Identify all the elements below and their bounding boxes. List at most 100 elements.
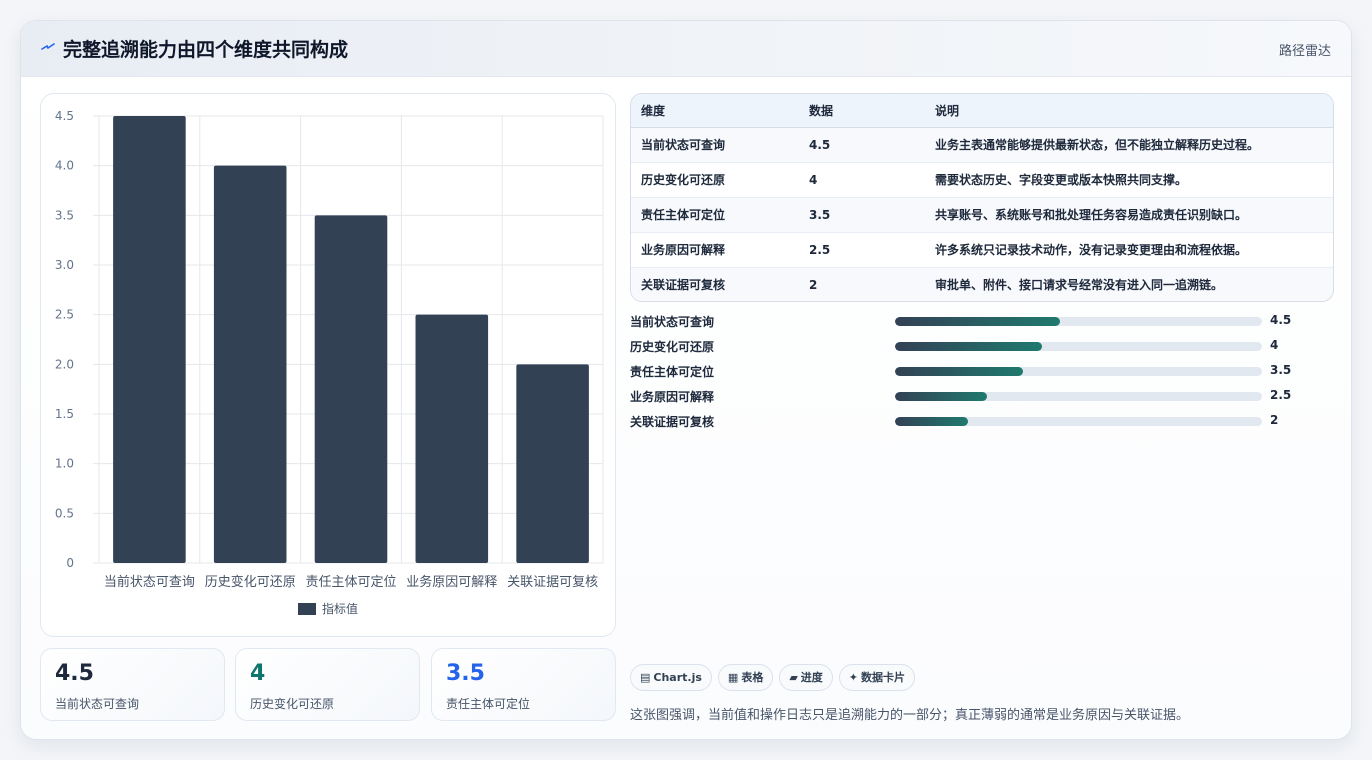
cell-dimension: 当前状态可查询: [631, 127, 799, 163]
table-row: 关联证据可复核 2 审批单、附件、接口请求号经常没有进入同一追溯链。: [631, 267, 1333, 301]
chip-chartjs[interactable]: ▤ Chart.js: [630, 664, 712, 691]
progress-track: [895, 392, 1262, 401]
y-tick-label: 3.5: [55, 208, 74, 222]
progress-fill: [895, 342, 1042, 351]
progress-row: 业务原因可解释 2.5: [630, 386, 1334, 406]
sparkle-icon: ✦: [848, 671, 859, 684]
progress-label: 责任主体可定位: [630, 365, 715, 379]
y-tick-label: 1.5: [55, 407, 74, 421]
page-title: 完整追溯能力由四个维度共同构成: [63, 39, 349, 61]
progress-value: 3.5: [1270, 363, 1292, 377]
kpi-value: 4: [250, 661, 266, 686]
data-table-panel: 维度 数据 说明 当前状态可查询 4.5 业务主表通常能够提供最新状态，但不能独…: [630, 93, 1334, 302]
kpi-value: 4.5: [55, 661, 94, 686]
progress-fill: [895, 417, 969, 426]
progress-label: 历史变化可还原: [630, 340, 715, 354]
progress-fill: [895, 317, 1061, 326]
cell-value: 2.5: [799, 232, 925, 268]
kpi-card-2: 3.5 责任主体可定位: [431, 648, 616, 721]
table-row: 业务原因可解释 2.5 许多系统只记录技术动作，没有记录变更理由和流程依据。: [631, 232, 1333, 268]
cell-dimension: 责任主体可定位: [631, 197, 799, 233]
x-tick-label: 关联证据可复核: [507, 575, 598, 590]
lightning-icon: [41, 43, 55, 50]
cell-description: 共享账号、系统账号和批处理任务容易造成责任识别缺口。: [925, 197, 1333, 233]
cell-description: 许多系统只记录技术动作，没有记录变更理由和流程依据。: [925, 232, 1333, 268]
bar: [213, 165, 287, 563]
progress-track: [895, 417, 1262, 426]
cell-dimension: 关联证据可复核: [641, 278, 726, 293]
y-tick-label: 4.5: [55, 109, 74, 123]
cell-description: 审批单、附件、接口请求号经常没有进入同一追溯链。: [935, 278, 1224, 293]
chip-label: 数据卡片: [861, 671, 906, 684]
footnote: 这张图强调，当前值和操作日志只是追溯能力的一部分；真正薄弱的通常是业务原因与关联…: [630, 708, 1190, 723]
progress-row: 关联证据可复核 2: [630, 411, 1334, 431]
bar: [516, 364, 589, 563]
cell-value: 4.5: [799, 127, 925, 163]
bar: [113, 116, 186, 563]
x-tick-label: 当前状态可查询: [104, 574, 195, 590]
bar: [415, 314, 489, 563]
y-tick-label: 0: [66, 556, 74, 570]
bar-chart-panel: 0 0.5 1.0 1.5 2.0 2.5 3.0 3.5 4.0 4.5 当前状态可查询 历史变化可…: [40, 93, 616, 637]
chip-progress[interactable]: ▰ 进度: [779, 664, 833, 691]
legend-label: 指标值: [322, 601, 358, 616]
chip-label: Chart.js: [653, 671, 702, 684]
table-header-row: 维度 数据 说明: [631, 94, 1333, 128]
kpi-label: 当前状态可查询: [55, 697, 140, 711]
cell-description: 需要状态历史、字段变更或版本快照共同支撑。: [925, 162, 1333, 198]
feature-chips: ▤ Chart.js ▦ 表格 ▰ 进度 ✦ 数据卡片: [630, 664, 921, 691]
cell-description: 业务主表通常能够提供最新状态，但不能独立解释历史过程。: [925, 127, 1333, 163]
table-icon: ▦: [727, 671, 739, 684]
kpi-card-0: 4.5 当前状态可查询: [40, 648, 225, 721]
cell-dimension: 历史变化可还原: [631, 162, 799, 198]
chip-table[interactable]: ▦ 表格: [717, 664, 774, 691]
progress-label: 关联证据可复核: [630, 415, 715, 429]
chip-label: 表格: [741, 671, 764, 684]
progress-fill: [895, 392, 987, 401]
kpi-label: 责任主体可定位: [446, 697, 531, 711]
progress-track: [895, 367, 1262, 376]
progress-list: 当前状态可查询 4.5 历史变化可还原 4 责任主体可定位 3.5 业务原因可解…: [630, 311, 1334, 431]
kpi-label: 历史变化可还原: [250, 697, 335, 711]
kpi-card-1: 4 历史变化可还原: [235, 648, 420, 721]
progress-value: 4: [1270, 338, 1279, 352]
header-tag[interactable]: 路径雷达: [1279, 40, 1331, 59]
y-tick-label: 4.0: [55, 159, 74, 173]
y-tick-label: 2.0: [55, 357, 74, 371]
cell-value: 4: [799, 162, 925, 198]
col-header-value: 数据: [799, 94, 925, 128]
progress-label: 业务原因可解释: [630, 390, 715, 404]
progress-track: [895, 342, 1262, 351]
cell-dimension: 业务原因可解释: [631, 232, 799, 268]
cell-value: 3.5: [799, 197, 925, 233]
chart-icon: ▤: [640, 671, 651, 684]
y-tick-label: 3.0: [55, 258, 74, 272]
chip-data-cards[interactable]: ✦ 数据卡片: [838, 664, 916, 691]
table-row: 责任主体可定位 3.5 共享账号、系统账号和批处理任务容易造成责任识别缺口。: [631, 197, 1333, 233]
bar-chart: 0 0.5 1.0 1.5 2.0 2.5 3.0 3.5 4.0 4.5 当前状态可查询 历史变化可…: [55, 109, 604, 616]
kpi-value: 3.5: [446, 661, 485, 686]
y-tick-label: 0.5: [55, 506, 74, 520]
progress-track: [895, 317, 1262, 326]
progress-icon: ▰: [789, 671, 798, 684]
x-tick-label: 责任主体可定位: [305, 575, 396, 590]
progress-value: 2.5: [1270, 388, 1292, 402]
table-row: 当前状态可查询 4.5 业务主表通常能够提供最新状态，但不能独立解释历史过程。: [631, 127, 1333, 163]
y-tick-label: 1.0: [55, 457, 74, 471]
progress-fill: [895, 367, 1024, 376]
table-row: 历史变化可还原 4 需要状态历史、字段变更或版本快照共同支撑。: [631, 162, 1333, 198]
legend-swatch: [298, 603, 316, 615]
col-header-dimension: 维度: [631, 94, 799, 128]
progress-value: 2: [1270, 413, 1279, 427]
progress-row: 责任主体可定位 3.5: [630, 361, 1334, 381]
y-tick-label: 2.5: [55, 308, 74, 322]
progress-label: 当前状态可查询: [630, 315, 715, 329]
data-table: 维度 数据 说明 当前状态可查询 4.5 业务主表通常能够提供最新状态，但不能独…: [631, 94, 1333, 301]
chip-label: 进度: [800, 671, 823, 684]
dashboard-card: 完整追溯能力由四个维度共同构成 路径雷达 0 0.5 1.0 1.5 2.0 2.5 3.0…: [20, 20, 1352, 740]
cell-value: 2: [809, 277, 818, 292]
progress-row: 历史变化可还原 4: [630, 336, 1334, 356]
bar: [314, 215, 388, 563]
progress-row: 当前状态可查询 4.5: [630, 311, 1334, 331]
progress-value: 4.5: [1270, 313, 1292, 327]
